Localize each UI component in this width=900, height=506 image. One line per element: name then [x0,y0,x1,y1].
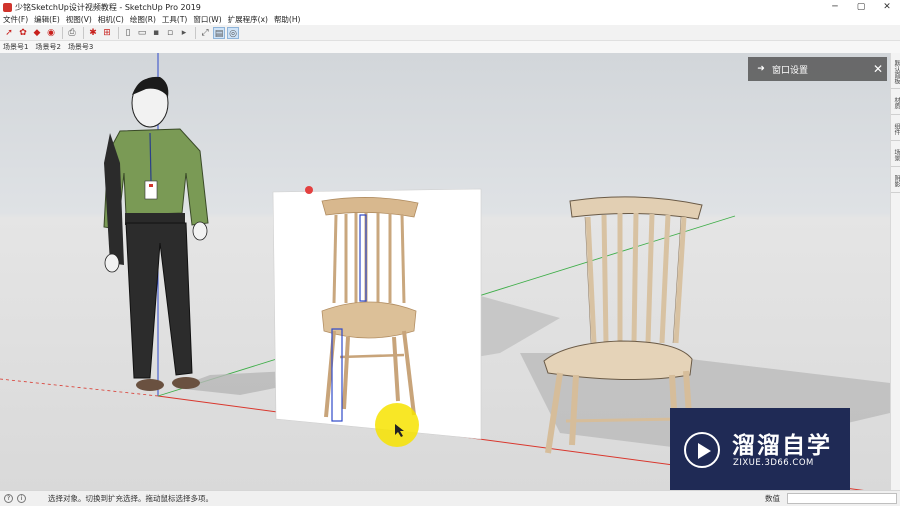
measurements-input[interactable] [787,493,897,504]
component-icon[interactable]: ✱ [87,27,99,39]
print-icon[interactable]: ⎙ [66,27,78,39]
tray-tab-materials[interactable]: 材质 [891,91,900,115]
status-bar: ? i 选择对象。切换到扩充选择。拖动鼠标选择多项。 数值 [0,490,900,506]
menu-draw[interactable]: 绘图(R) [130,14,156,25]
tray-tab-components[interactable]: 组件 [891,117,900,141]
close-window-button[interactable]: ✕ [874,2,900,12]
arrow-right-icon: ➜ [757,64,765,74]
top-view-icon[interactable]: ▯ [122,27,134,39]
menu-extensions[interactable]: 扩展程序(x) [228,14,268,25]
panel-title: 窗口设置 [772,65,809,76]
toolbar-separator [118,26,119,39]
section-plane-icon[interactable]: ▤ [213,26,225,39]
menu-tools[interactable]: 工具(T) [162,14,187,25]
select-icon[interactable]: ➚ [3,27,15,39]
camera-icon[interactable]: ◉ [45,27,57,39]
watermark-title: 溜溜自学 [732,433,832,459]
menu-bar: 文件(F) 编辑(E) 视图(V) 相机(C) 绘图(R) 工具(T) 窗口(W… [0,14,900,25]
toolbar-separator [195,26,196,39]
menu-file[interactable]: 文件(F) [3,14,28,25]
right-view-icon[interactable]: ▪ [150,27,162,39]
back-view-icon[interactable]: ▫ [164,27,176,39]
sketchup-window: 少铭SketchUp设计视频教程 - SketchUp Pro 2019 ─ ▢… [0,0,900,506]
toolbar: ➚ ✿ ◆ ◉ ⎙ ✱ ⊞ ▯ ▭ ▪ ▫ ▸ ⤢ ▤ ◎ [0,25,900,41]
menu-help[interactable]: 帮助(H) [274,14,301,25]
play-logo-icon [684,432,720,468]
scene-tab-1[interactable]: 场景号1 [3,42,28,52]
scene-tab-3[interactable]: 场景号3 [68,42,93,52]
scene-tab-2[interactable]: 场景号2 [35,42,60,52]
watermark-url: ZIXUE.3D66.COM [733,458,814,468]
toolbar-separator [83,26,84,39]
front-view-icon[interactable]: ▭ [136,27,148,39]
window-settings-panel: ➜ 窗口设置 ✕ [748,57,887,81]
axes-icon[interactable]: ⤢ [199,27,211,39]
tray-tab-shadows[interactable]: 阴影 [891,169,900,193]
section-fill-icon[interactable]: ◎ [227,26,239,39]
sketchup-logo-icon [3,2,12,12]
right-tray: 默认面板 材质 组件 场景 阴影 [890,53,900,490]
red-axis-negative [0,378,159,397]
paint-icon[interactable]: ✿ [17,27,29,39]
menu-edit[interactable]: 编辑(E) [34,14,60,25]
scene-tabs: 场景号1 场景号2 场景号3 [0,41,900,53]
menu-view[interactable]: 视图(V) [66,14,92,25]
title-bar: 少铭SketchUp设计视频教程 - SketchUp Pro 2019 ─ ▢… [0,0,900,14]
minimize-button[interactable]: ─ [822,2,848,12]
watermark: 溜溜自学 ZIXUE.3D66.COM [670,408,850,492]
status-text: 选择对象。切换到扩充选择。拖动鼠标选择多项。 [48,494,213,503]
user-icon[interactable]: i [17,494,26,503]
toolbar-separator [62,26,63,39]
window-title: 少铭SketchUp设计视频教程 - SketchUp Pro 2019 [15,2,201,12]
tray-tab-default[interactable]: 默认面板 [891,55,900,89]
menu-window[interactable]: 窗口(W) [193,14,221,25]
close-icon[interactable]: ✕ [869,62,887,76]
cursor-highlight [375,403,419,447]
cube-icon[interactable]: ⊞ [101,27,113,39]
tray-tab-scenes[interactable]: 场景 [891,143,900,167]
maximize-button[interactable]: ▢ [848,2,874,12]
menu-camera[interactable]: 相机(C) [98,14,124,25]
reference-image-plane[interactable] [272,186,482,440]
image-pin-icon [305,186,313,194]
scale-figure [103,76,209,391]
left-view-icon[interactable]: ▸ [178,27,190,39]
info-icon[interactable]: ? [4,494,13,503]
eraser-icon[interactable]: ◆ [31,27,43,39]
measurements-label: 数值 [765,494,780,503]
